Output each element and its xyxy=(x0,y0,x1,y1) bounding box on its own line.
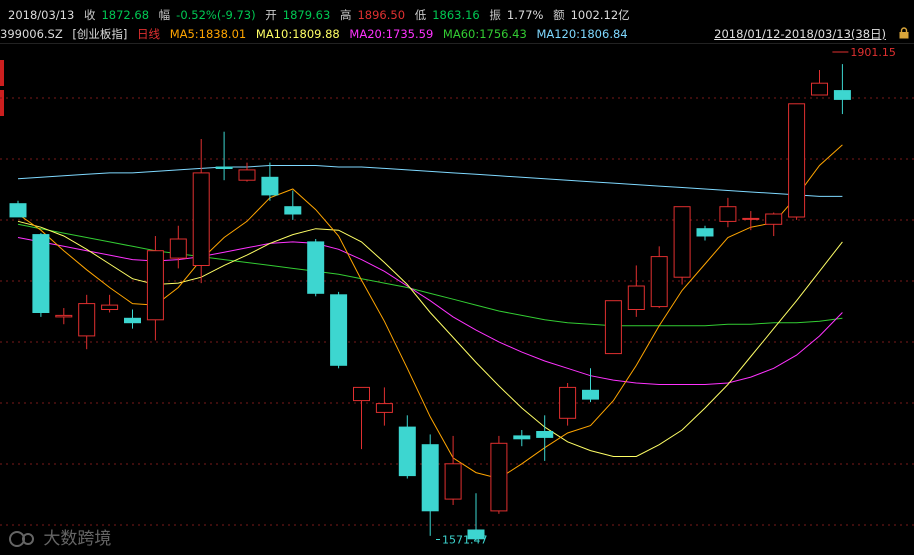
candle xyxy=(78,294,96,350)
moving-average-lines xyxy=(17,144,843,480)
candle xyxy=(55,308,73,325)
candle xyxy=(490,435,508,514)
candle-body-up xyxy=(375,403,393,413)
candle-body-up xyxy=(604,300,622,355)
candle-body-down xyxy=(513,435,531,440)
candle xyxy=(353,386,370,450)
candle xyxy=(742,211,760,231)
candle-body-up xyxy=(765,213,783,225)
candle xyxy=(811,69,828,96)
candle-body-up xyxy=(192,172,210,266)
high-annotation: 1901.15 xyxy=(850,46,896,59)
candle-body-down xyxy=(330,294,348,366)
candle-body-up xyxy=(673,206,691,278)
candle xyxy=(788,103,806,220)
candle xyxy=(604,300,622,355)
candle-body-up xyxy=(55,314,73,318)
candle xyxy=(375,387,393,426)
candle xyxy=(261,162,279,201)
candle-body-up xyxy=(490,442,508,512)
candle xyxy=(9,200,27,218)
candle xyxy=(32,233,50,317)
watermark-text: 大数跨境 xyxy=(43,529,112,549)
candle xyxy=(215,131,233,181)
candle xyxy=(765,212,783,237)
candle-body-down xyxy=(261,176,279,196)
candle xyxy=(833,64,851,115)
watermark-logo: 大数跨境 xyxy=(8,524,111,549)
candle xyxy=(330,291,348,369)
logo-icon xyxy=(9,531,34,547)
candle-body-up xyxy=(811,82,828,96)
candle-body-up xyxy=(146,250,164,321)
candle-body-up xyxy=(559,386,577,419)
candle-body-down xyxy=(284,206,302,215)
candle xyxy=(169,225,187,269)
candle xyxy=(627,265,645,317)
candles xyxy=(9,64,851,541)
candle xyxy=(513,430,531,447)
ma120-line xyxy=(17,165,843,197)
candle-body-down xyxy=(124,317,141,324)
candle-body-down xyxy=(32,234,50,314)
candle-body-up xyxy=(78,303,96,337)
candle xyxy=(284,190,302,220)
candle xyxy=(444,435,462,505)
candle-body-down xyxy=(696,228,714,237)
candle xyxy=(307,238,325,297)
candle xyxy=(146,236,164,341)
candle-body-up xyxy=(101,304,119,311)
candle-body-down xyxy=(215,166,233,169)
candle-body-up xyxy=(238,169,256,181)
candle-body-down xyxy=(9,203,27,218)
candle-body-down xyxy=(582,389,599,400)
candle xyxy=(238,162,256,182)
candle-body-up xyxy=(169,238,187,259)
candlestick-chart[interactable]: 1901.15 1571.47 xyxy=(0,0,914,555)
candle xyxy=(192,139,210,284)
candle-body-up xyxy=(353,386,370,402)
candle-body-up xyxy=(788,103,806,218)
candle-body-up xyxy=(627,285,645,310)
candle xyxy=(696,225,714,241)
candle xyxy=(124,309,141,329)
candle-body-up xyxy=(444,463,462,500)
candle xyxy=(673,206,691,285)
candle xyxy=(559,383,577,426)
candle xyxy=(421,434,439,536)
candle xyxy=(719,197,737,228)
candle-body-down xyxy=(307,241,325,294)
candle-body-down xyxy=(398,426,416,477)
ma60-line xyxy=(17,223,843,327)
candle-body-up xyxy=(719,206,737,222)
candle xyxy=(650,246,668,309)
candle-body-up xyxy=(650,256,668,308)
low-annotation: 1571.47 xyxy=(442,533,488,546)
candle-body-down xyxy=(833,90,851,100)
ma10-line xyxy=(17,220,843,457)
candle-body-down xyxy=(421,444,439,512)
candle-body-up xyxy=(742,217,760,220)
candle-body-down xyxy=(536,431,554,438)
candle xyxy=(101,294,119,313)
ma20-line xyxy=(17,237,843,385)
ma5-line xyxy=(17,144,843,480)
candle xyxy=(398,415,416,479)
